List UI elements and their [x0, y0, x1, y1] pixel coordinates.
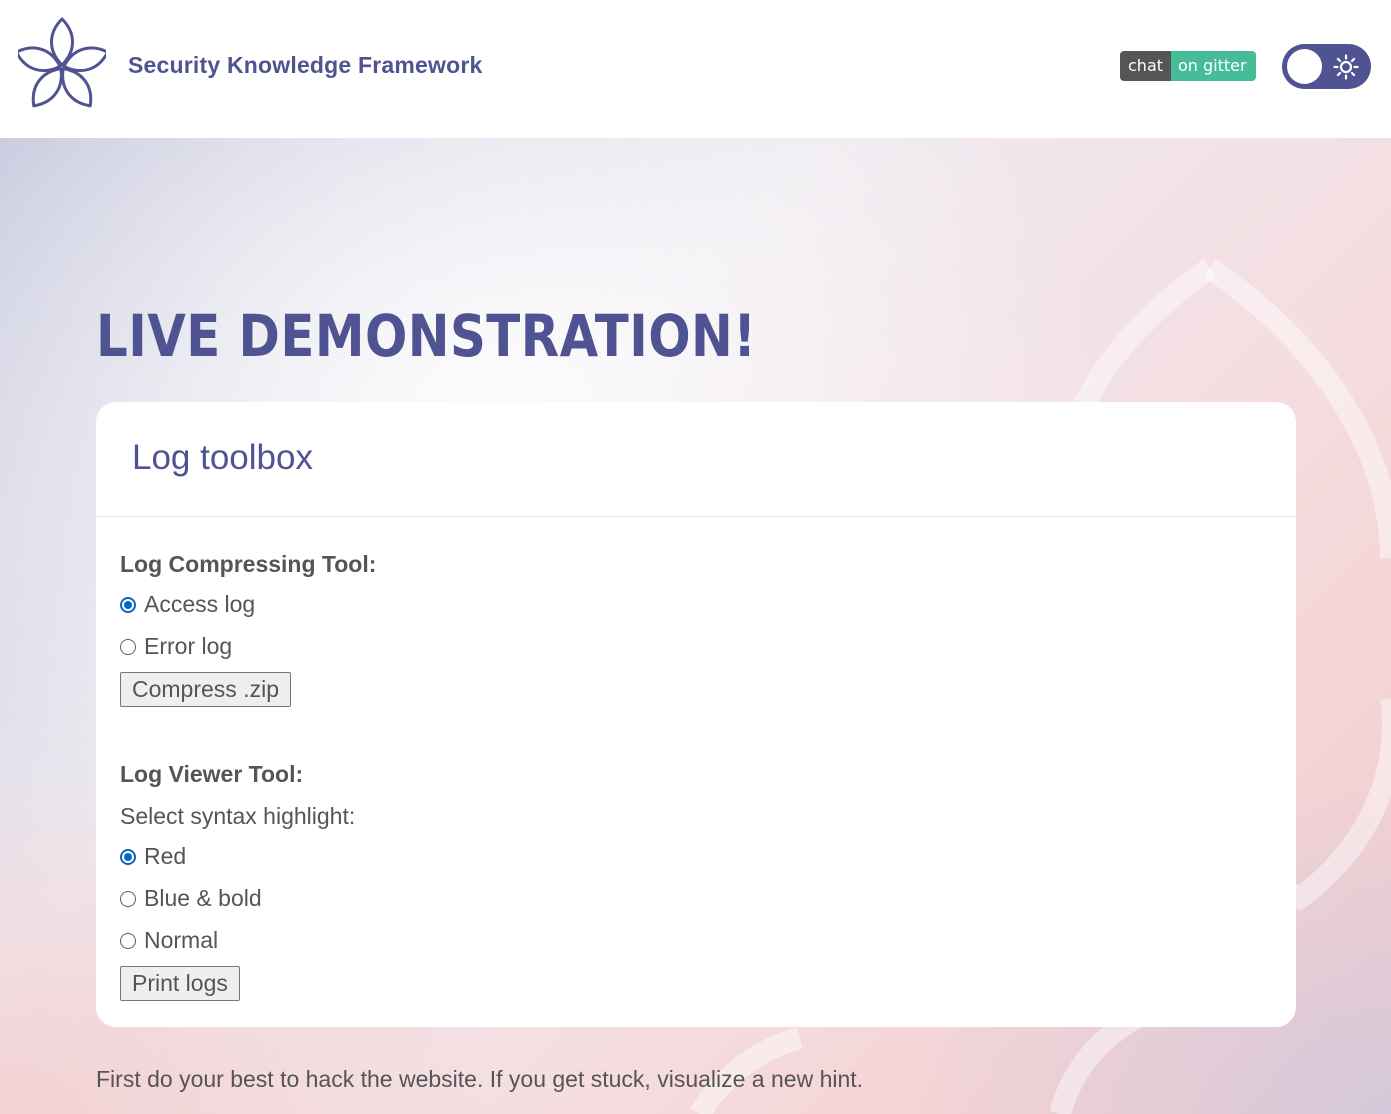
compress-zip-button[interactable]: Compress .zip: [120, 672, 291, 707]
radio-blue-bold-input[interactable]: [120, 890, 136, 907]
radio-error-log[interactable]: Error log: [120, 633, 232, 660]
radio-normal[interactable]: Normal: [120, 927, 218, 954]
theme-toggle[interactable]: [1282, 44, 1371, 89]
page-title: LIVE DEMONSTRATION!: [96, 302, 757, 370]
card-title: Log toolbox: [132, 438, 313, 477]
skf-logo-icon[interactable]: [18, 17, 106, 115]
hero-section: LIVE DEMONSTRATION! Log toolbox Log Comp…: [0, 138, 1391, 1114]
toggle-knob: [1287, 49, 1322, 84]
radio-red[interactable]: Red: [120, 843, 186, 870]
sun-icon: [1333, 54, 1359, 80]
brand-title[interactable]: Security Knowledge Framework: [128, 52, 483, 79]
radio-normal-input[interactable]: [120, 932, 136, 949]
hint-text: First do your best to hack the website. …: [96, 1066, 864, 1092]
log-compressing-tool-label: Log Compressing Tool:: [120, 551, 377, 577]
radio-error-log-label: Error log: [144, 633, 233, 659]
gitter-badge-chat: chat: [1120, 51, 1172, 81]
log-toolbox-card: Log toolbox Log Compressing Tool: Access…: [96, 402, 1296, 1027]
gitter-chat-badge[interactable]: chat on gitter: [1120, 51, 1256, 81]
radio-access-log[interactable]: Access log: [120, 591, 255, 618]
radio-blue-bold[interactable]: Blue & bold: [120, 885, 262, 912]
card-header: Log toolbox: [96, 402, 1296, 517]
top-bar: Security Knowledge Framework chat on git…: [0, 0, 1391, 138]
radio-access-log-input[interactable]: [120, 596, 136, 613]
radio-normal-label: Normal: [144, 927, 219, 953]
radio-access-log-label: Access log: [144, 591, 256, 617]
radio-blue-bold-label: Blue & bold: [144, 885, 262, 911]
radio-error-log-input[interactable]: [120, 638, 136, 655]
radio-red-label: Red: [144, 843, 187, 869]
log-viewer-tool-label: Log Viewer Tool:: [120, 761, 304, 787]
radio-red-input[interactable]: [120, 848, 136, 865]
print-logs-button[interactable]: Print logs: [120, 966, 240, 1001]
gitter-badge-on-gitter: on gitter: [1171, 51, 1256, 81]
syntax-highlight-prompt: Select syntax highlight:: [120, 803, 356, 829]
